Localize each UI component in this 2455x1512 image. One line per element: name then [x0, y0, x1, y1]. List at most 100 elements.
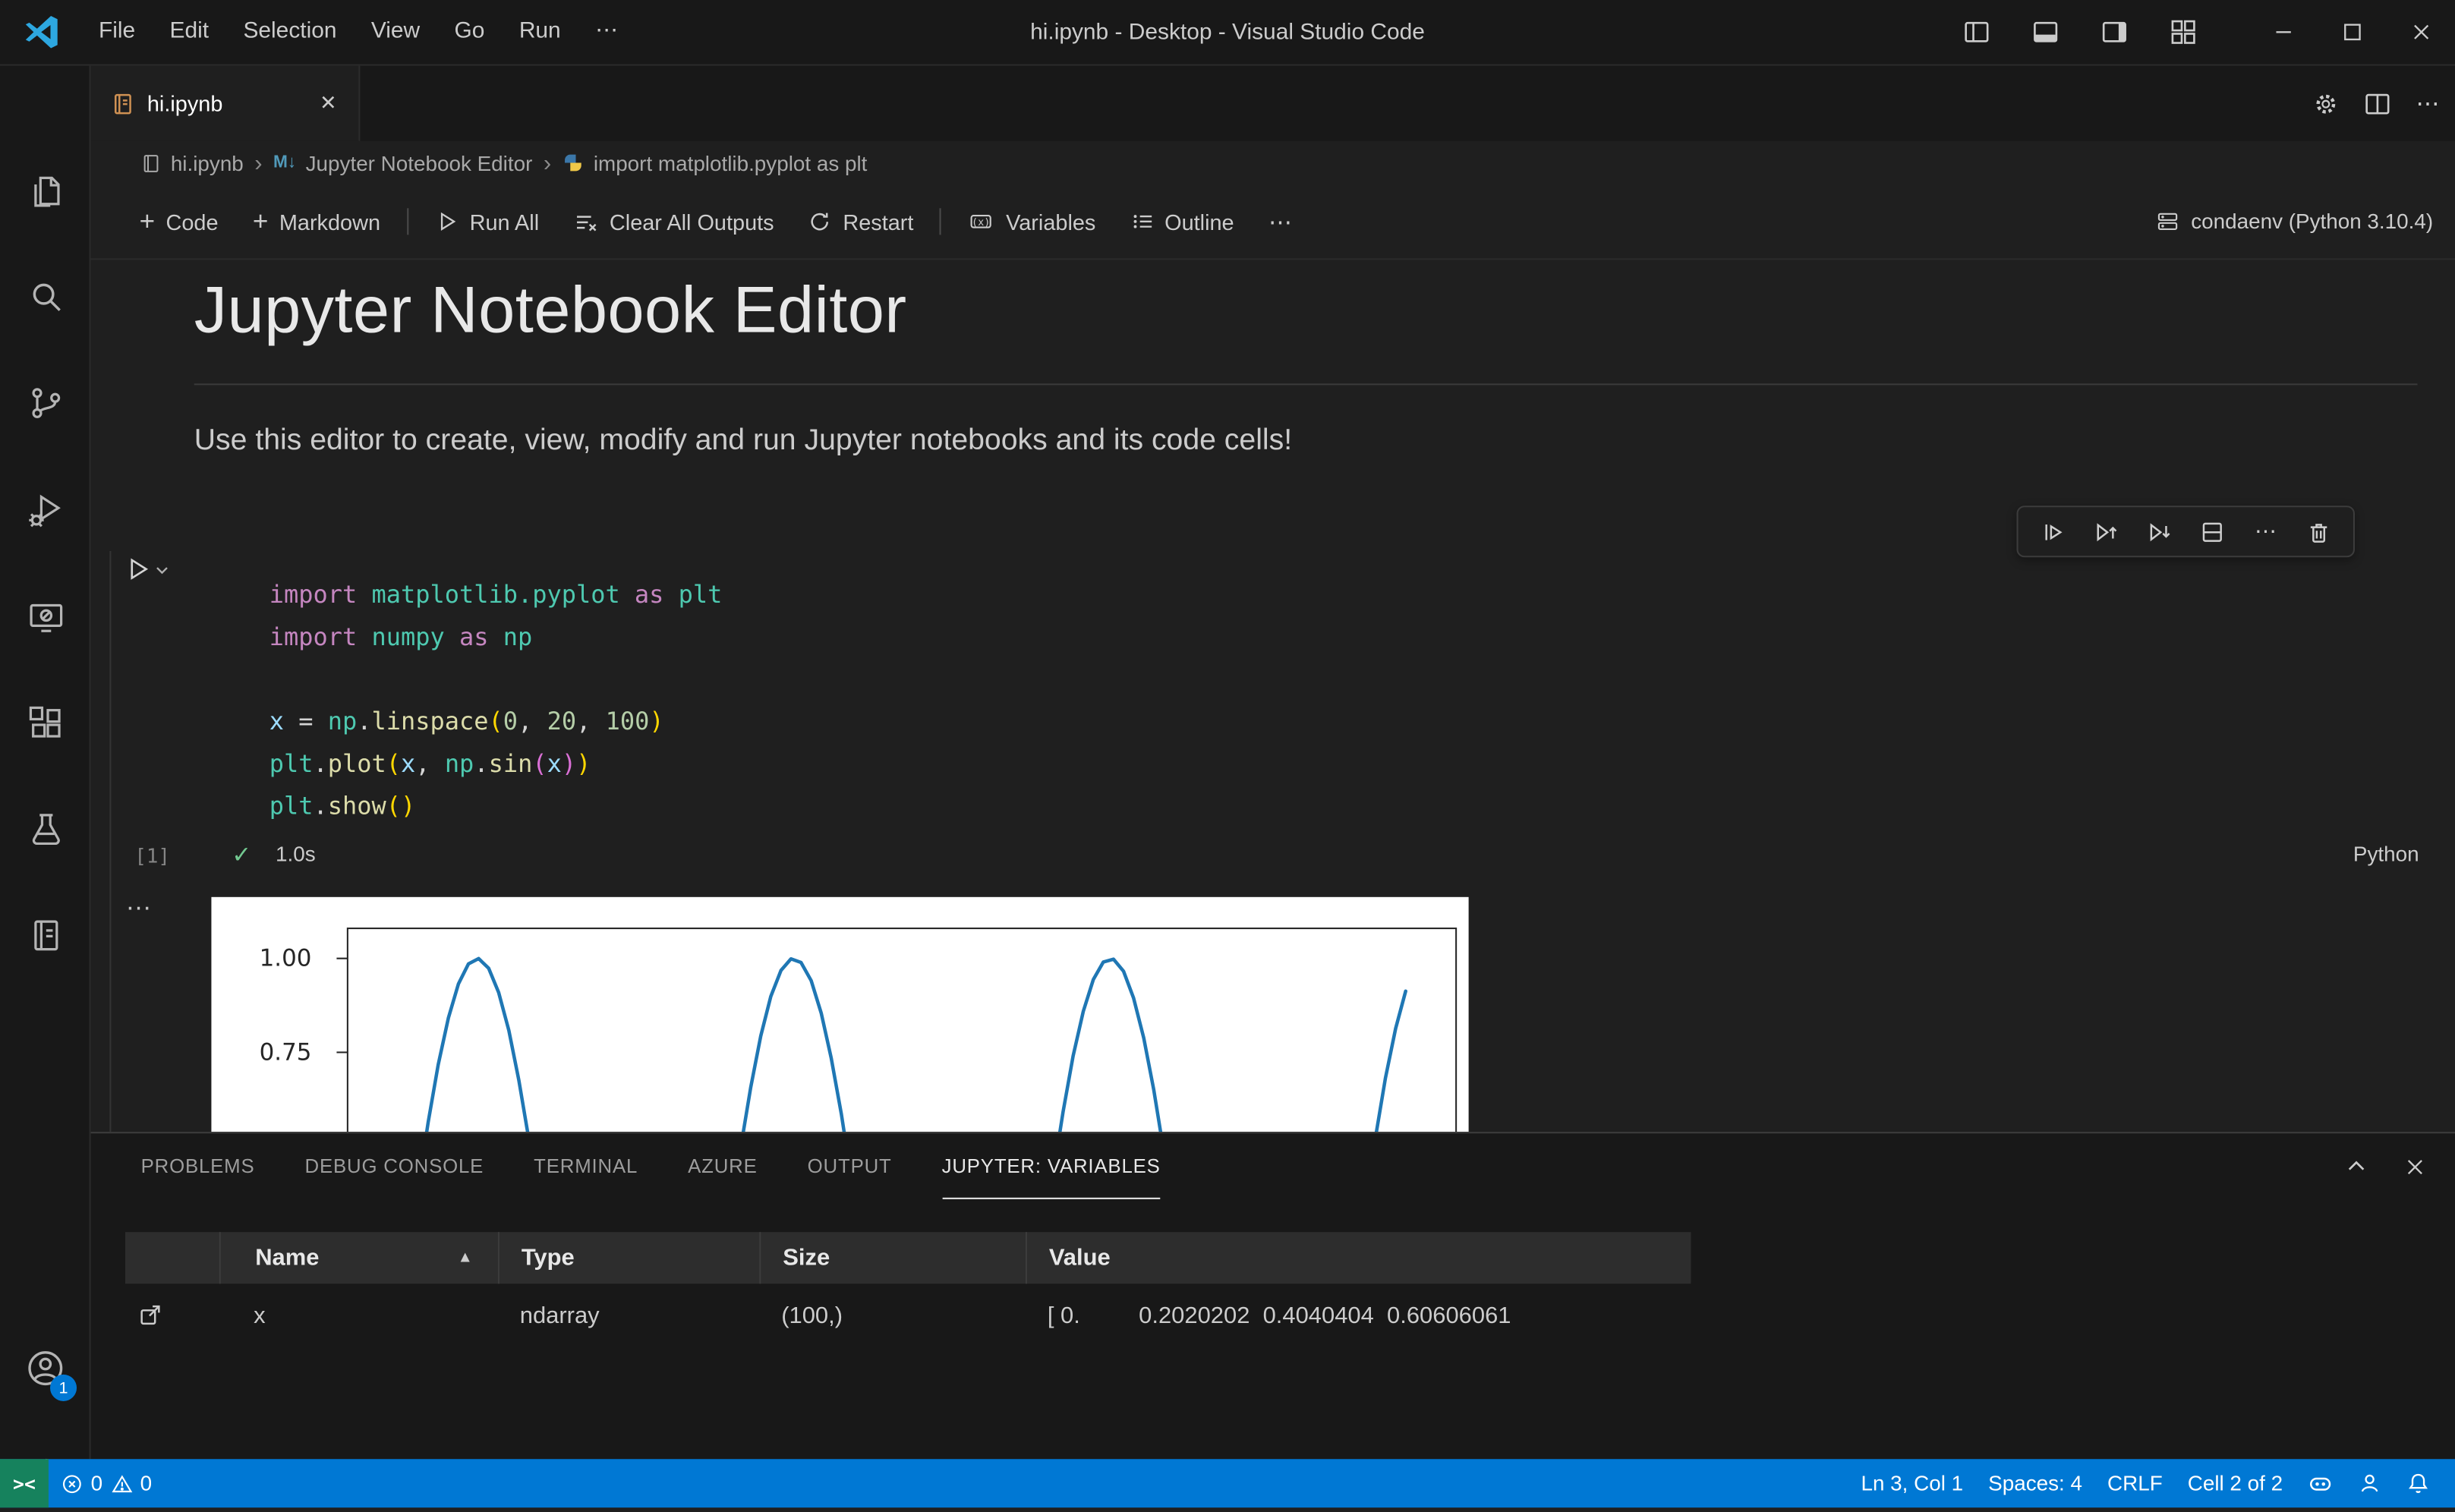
search-icon[interactable]: [0, 257, 91, 335]
extensions-icon[interactable]: [0, 684, 91, 762]
indentation[interactable]: Spaces: 4: [1976, 1460, 2095, 1508]
feedback-person-icon[interactable]: [2346, 1460, 2394, 1508]
customize-layout-icon[interactable]: [2148, 0, 2217, 65]
clear-all-outputs-button[interactable]: Clear All Outputs: [556, 198, 792, 245]
maximize-button[interactable]: [2318, 0, 2387, 65]
breadcrumb-cell[interactable]: import matplotlib.pyplot as plt: [563, 151, 868, 175]
code-line[interactable]: x = np.linspace(0, 20, 100): [269, 701, 723, 744]
window-title: hi.ipynb - Desktop - Visual Studio Code: [1030, 20, 1425, 45]
run-all-button[interactable]: Run All: [418, 198, 556, 245]
window-controls: [1942, 0, 2455, 65]
cursor-position[interactable]: Ln 3, Col 1: [1848, 1460, 1976, 1508]
breadcrumb-section[interactable]: M↓ Jupyter Notebook Editor: [273, 151, 532, 175]
toggle-panel-icon[interactable]: [2010, 0, 2079, 65]
variable-row[interactable]: x ndarray (100,) [ 0. 0.2020202 0.404040…: [125, 1284, 1691, 1347]
code-token: (: [386, 792, 401, 821]
editor-group: hi.ipynb ✕ ⋯ hi.ipynb › M↓ Ju: [91, 66, 2455, 1460]
code-token: x: [401, 750, 415, 778]
toolbar-more-actions-icon[interactable]: ⋯: [1251, 198, 1309, 245]
cell-position[interactable]: Cell 2 of 2: [2175, 1460, 2295, 1508]
run-and-debug-icon[interactable]: [0, 470, 91, 548]
header-size[interactable]: Size: [759, 1232, 1026, 1284]
code-line[interactable]: [269, 659, 723, 701]
eol-sequence[interactable]: CRLF: [2094, 1460, 2175, 1508]
split-cell-icon[interactable]: [2190, 511, 2234, 552]
breadcrumb: hi.ipynb › M↓ Jupyter Notebook Editor › …: [91, 141, 2455, 185]
panel-tab-problems[interactable]: PROBLEMS: [141, 1133, 255, 1199]
toggle-secondary-sidebar-icon[interactable]: [2079, 0, 2148, 65]
remote-indicator[interactable]: ><: [0, 1460, 49, 1508]
problems-status[interactable]: 0 0: [49, 1460, 165, 1508]
code-token: .: [357, 707, 371, 736]
menu-view[interactable]: View: [354, 0, 437, 65]
header-type[interactable]: Type: [498, 1232, 759, 1284]
minimize-button[interactable]: [2249, 0, 2318, 65]
panel-tab-jupyter-variables[interactable]: JUPYTER: VARIABLES: [942, 1133, 1161, 1199]
accounts-icon[interactable]: 1: [0, 1329, 91, 1407]
testing-icon[interactable]: [0, 789, 91, 868]
code-editor[interactable]: import matplotlib.pyplot as pltimport nu…: [269, 575, 723, 828]
kernel-picker[interactable]: condaenv (Python 3.10.4): [2157, 209, 2433, 233]
code-line[interactable]: import matplotlib.pyplot as plt: [269, 575, 723, 617]
panel-tab-output[interactable]: OUTPUT: [808, 1133, 892, 1199]
panel-tab-azure[interactable]: AZURE: [688, 1133, 758, 1199]
menu-selection[interactable]: Selection: [226, 0, 354, 65]
panel-tab-terminal[interactable]: TERMINAL: [534, 1133, 638, 1199]
outline-button[interactable]: Outline: [1113, 198, 1251, 245]
panel-tab-debug-console[interactable]: DEBUG CONSOLE: [305, 1133, 484, 1199]
add-code-cell-button[interactable]: +Code: [122, 198, 235, 245]
notebook-settings-gear-icon[interactable]: [2312, 90, 2339, 117]
run-above-icon[interactable]: [2084, 511, 2128, 552]
svg-text:(x): (x): [972, 216, 991, 228]
code-token: as: [620, 581, 679, 609]
explorer-icon[interactable]: [0, 152, 91, 230]
code-line[interactable]: import numpy as np: [269, 617, 723, 660]
add-markdown-cell-button[interactable]: +Markdown: [235, 198, 398, 245]
code-token: matplotlib.pyplot: [371, 581, 619, 609]
tab-close-icon[interactable]: ✕: [314, 88, 343, 119]
notifications-bell-icon[interactable]: [2394, 1460, 2443, 1508]
code-token: =: [284, 707, 328, 736]
panel-maximize-chevron-icon[interactable]: [2344, 1154, 2369, 1179]
code-token: .: [314, 750, 328, 778]
variables-button[interactable]: (x) Variables: [951, 198, 1113, 245]
code-line[interactable]: plt.show(): [269, 786, 723, 828]
close-window-button[interactable]: [2386, 0, 2455, 65]
menu-edit[interactable]: Edit: [153, 0, 226, 65]
cell-language-picker[interactable]: Python: [2353, 843, 2419, 866]
heading-rule: [194, 383, 2418, 385]
panel-tabs: PROBLEMS DEBUG CONSOLE TERMINAL AZURE OU…: [141, 1133, 1161, 1199]
menu-go[interactable]: Go: [437, 0, 502, 65]
menu-file[interactable]: File: [81, 0, 153, 65]
source-control-icon[interactable]: [0, 364, 91, 442]
panel-close-icon[interactable]: [2403, 1154, 2427, 1178]
header-value[interactable]: Value: [1026, 1232, 1691, 1284]
code-token: plt: [269, 792, 314, 821]
tab-hi-ipynb[interactable]: hi.ipynb ✕: [91, 66, 361, 141]
code-token: ): [649, 707, 663, 736]
run-cell-button[interactable]: [125, 556, 169, 582]
remote-explorer-icon[interactable]: [0, 578, 91, 656]
run-by-line-icon[interactable]: [2031, 511, 2075, 552]
open-variable-icon[interactable]: [125, 1303, 219, 1328]
output-more-actions-icon[interactable]: …: [125, 886, 153, 917]
cell-more-actions-icon[interactable]: ⋯: [2244, 511, 2288, 552]
breadcrumb-file[interactable]: hi.ipynb: [141, 151, 244, 175]
copilot-icon[interactable]: [2296, 1460, 2346, 1508]
variables-icon: (x): [969, 209, 995, 233]
ytick-label: 0.75: [260, 1038, 312, 1066]
ipynb-file-icon: [111, 92, 134, 115]
split-editor-icon[interactable]: [2364, 90, 2390, 117]
delete-cell-icon[interactable]: [2297, 511, 2341, 552]
code-token: 100: [606, 707, 650, 736]
restart-kernel-button[interactable]: Restart: [791, 198, 931, 245]
code-line[interactable]: plt.plot(x, np.sin(x)): [269, 744, 723, 786]
notebook-icon[interactable]: [0, 896, 91, 974]
header-name[interactable]: Name ▲: [219, 1232, 498, 1284]
run-below-icon[interactable]: [2137, 511, 2181, 552]
toggle-primary-sidebar-icon[interactable]: [1942, 0, 2011, 65]
code-token: (: [386, 750, 401, 778]
editor-more-actions-icon[interactable]: ⋯: [2416, 90, 2439, 118]
menu-more[interactable]: ⋯: [578, 0, 635, 65]
menu-run[interactable]: Run: [502, 0, 578, 65]
